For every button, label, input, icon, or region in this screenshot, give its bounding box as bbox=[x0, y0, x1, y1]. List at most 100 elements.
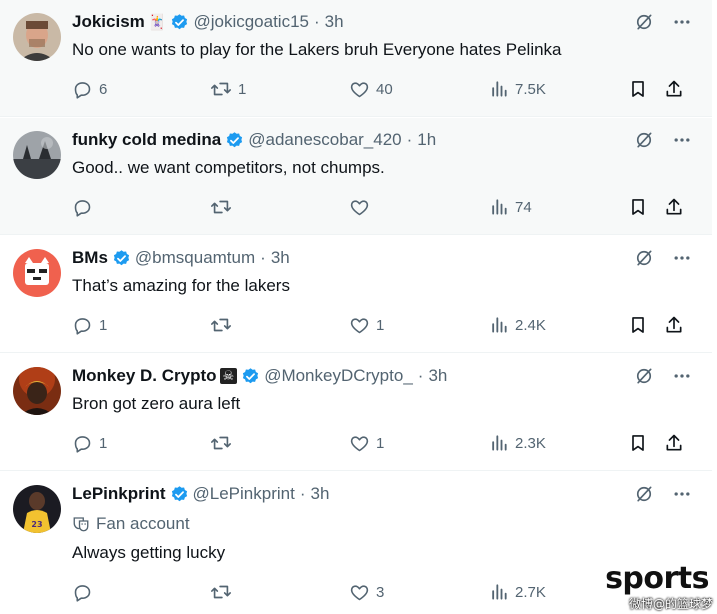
avatar[interactable] bbox=[13, 131, 61, 179]
bookmark-button[interactable] bbox=[628, 431, 648, 455]
action-bar: 74 bbox=[72, 195, 692, 219]
views-button[interactable]: 7.5K bbox=[489, 77, 546, 101]
more-icon[interactable] bbox=[672, 484, 692, 509]
retweet-button[interactable] bbox=[210, 580, 238, 604]
separator: · bbox=[260, 248, 266, 267]
grok-slash-icon[interactable] bbox=[634, 366, 654, 391]
like-button[interactable]: 1 bbox=[349, 431, 384, 455]
grok-slash-icon[interactable] bbox=[634, 484, 654, 509]
share-icon bbox=[666, 434, 682, 451]
reply-count: 1 bbox=[99, 316, 108, 334]
views-icon bbox=[492, 199, 507, 215]
reply-button[interactable] bbox=[72, 195, 99, 219]
share-button[interactable] bbox=[664, 431, 684, 455]
display-name[interactable]: Monkey D. Crypto bbox=[72, 366, 217, 386]
display-name[interactable]: LePinkprint bbox=[72, 484, 166, 504]
grok-slash-icon[interactable] bbox=[634, 130, 654, 155]
views-count: 2.7K bbox=[515, 583, 546, 601]
views-button[interactable]: 2.7K bbox=[489, 580, 546, 604]
like-button[interactable]: 1 bbox=[349, 313, 384, 337]
theater-mask-icon bbox=[73, 517, 89, 532]
tweet-text: Always getting lucky bbox=[72, 543, 226, 562]
display-name[interactable]: funky cold medina bbox=[72, 130, 221, 150]
reply-button[interactable]: 1 bbox=[72, 313, 107, 337]
share-icon bbox=[666, 80, 682, 97]
like-button[interactable]: 40 bbox=[349, 77, 393, 101]
avatar[interactable] bbox=[13, 249, 61, 297]
reply-icon bbox=[74, 317, 91, 335]
tweet[interactable]: BMs @bmsquamtum · 3h That’s amazing for … bbox=[0, 236, 712, 353]
retweet-button[interactable] bbox=[210, 195, 238, 219]
views-icon bbox=[492, 435, 507, 451]
reply-button[interactable]: 1 bbox=[72, 431, 107, 455]
retweet-button[interactable] bbox=[210, 313, 238, 337]
reply-icon bbox=[74, 435, 91, 453]
tweet-text: No one wants to play for the Lakers bruh… bbox=[72, 40, 562, 59]
like-button[interactable]: 3 bbox=[349, 580, 384, 604]
more-icon[interactable] bbox=[672, 248, 692, 273]
share-button[interactable] bbox=[664, 77, 684, 101]
handle[interactable]: @LePinkprint bbox=[193, 484, 295, 504]
verified-icon bbox=[241, 367, 260, 386]
reply-button[interactable] bbox=[72, 580, 99, 604]
retweet-button[interactable]: 1 bbox=[210, 77, 246, 101]
timestamp[interactable]: 3h bbox=[271, 248, 290, 268]
retweet-icon bbox=[211, 436, 231, 450]
name-emoji: ☠ bbox=[219, 368, 238, 384]
avatar[interactable]: 23 bbox=[13, 485, 61, 533]
share-button[interactable] bbox=[664, 313, 684, 337]
retweet-icon bbox=[211, 82, 231, 96]
verified-icon bbox=[225, 131, 244, 150]
avatar[interactable] bbox=[13, 13, 61, 61]
tweet-top-icons bbox=[634, 12, 692, 37]
more-icon[interactable] bbox=[672, 130, 692, 155]
retweet-count: 1 bbox=[238, 80, 247, 98]
timestamp[interactable]: 3h bbox=[311, 484, 330, 504]
retweet-icon bbox=[211, 200, 231, 214]
tweet[interactable]: Jokicism 🃏 @jokicgoatic15 · 3h No one wa… bbox=[0, 0, 712, 117]
like-icon bbox=[350, 81, 369, 97]
views-count: 2.3K bbox=[515, 434, 546, 452]
reply-count: 6 bbox=[99, 80, 108, 98]
handle[interactable]: @jokicgoatic15 bbox=[193, 12, 309, 32]
bookmark-button[interactable] bbox=[628, 77, 648, 101]
like-count: 40 bbox=[376, 80, 393, 98]
handle[interactable]: @MonkeyDCrypto_ bbox=[264, 366, 413, 386]
share-button[interactable] bbox=[664, 195, 684, 219]
retweet-button[interactable] bbox=[210, 431, 238, 455]
display-name[interactable]: BMs bbox=[72, 248, 108, 268]
views-button[interactable]: 74 bbox=[489, 195, 532, 219]
action-bar: 1 1 2.4K bbox=[72, 313, 692, 337]
tweet-text: Bron got zero aura left bbox=[72, 394, 241, 413]
like-count: 1 bbox=[376, 316, 385, 334]
like-button[interactable] bbox=[349, 195, 376, 219]
bookmark-button[interactable] bbox=[628, 313, 648, 337]
grok-slash-icon[interactable] bbox=[634, 12, 654, 37]
action-bar: 1 1 2.3K bbox=[72, 431, 692, 455]
verified-icon bbox=[112, 249, 131, 268]
like-count: 3 bbox=[376, 583, 385, 601]
fan-account-label: Fan account bbox=[72, 514, 190, 534]
more-icon[interactable] bbox=[672, 12, 692, 37]
tweet-header: LePinkprint @LePinkprint · 3h bbox=[72, 483, 329, 505]
views-button[interactable]: 2.3K bbox=[489, 431, 546, 455]
timestamp[interactable]: 3h bbox=[325, 12, 344, 32]
tweet[interactable]: funky cold medina @adanescobar_420 · 1h … bbox=[0, 118, 712, 235]
timestamp[interactable]: 3h bbox=[428, 366, 447, 386]
reply-icon bbox=[74, 81, 91, 99]
avatar[interactable] bbox=[13, 367, 61, 415]
more-icon[interactable] bbox=[672, 366, 692, 391]
separator: · bbox=[406, 130, 413, 149]
like-icon bbox=[350, 584, 369, 600]
views-button[interactable]: 2.4K bbox=[489, 313, 546, 337]
fan-account-text: Fan account bbox=[96, 514, 190, 533]
tweet[interactable]: Monkey D. Crypto ☠ @MonkeyDCrypto_ · 3h … bbox=[0, 354, 712, 471]
display-name[interactable]: Jokicism bbox=[72, 12, 145, 32]
reply-button[interactable]: 6 bbox=[72, 77, 107, 101]
grok-slash-icon[interactable] bbox=[634, 248, 654, 273]
handle[interactable]: @adanescobar_420 bbox=[248, 130, 401, 150]
handle[interactable]: @bmsquamtum bbox=[135, 248, 255, 268]
timestamp[interactable]: 1h bbox=[417, 130, 436, 150]
bookmark-button[interactable] bbox=[628, 195, 648, 219]
share-icon bbox=[666, 316, 682, 333]
